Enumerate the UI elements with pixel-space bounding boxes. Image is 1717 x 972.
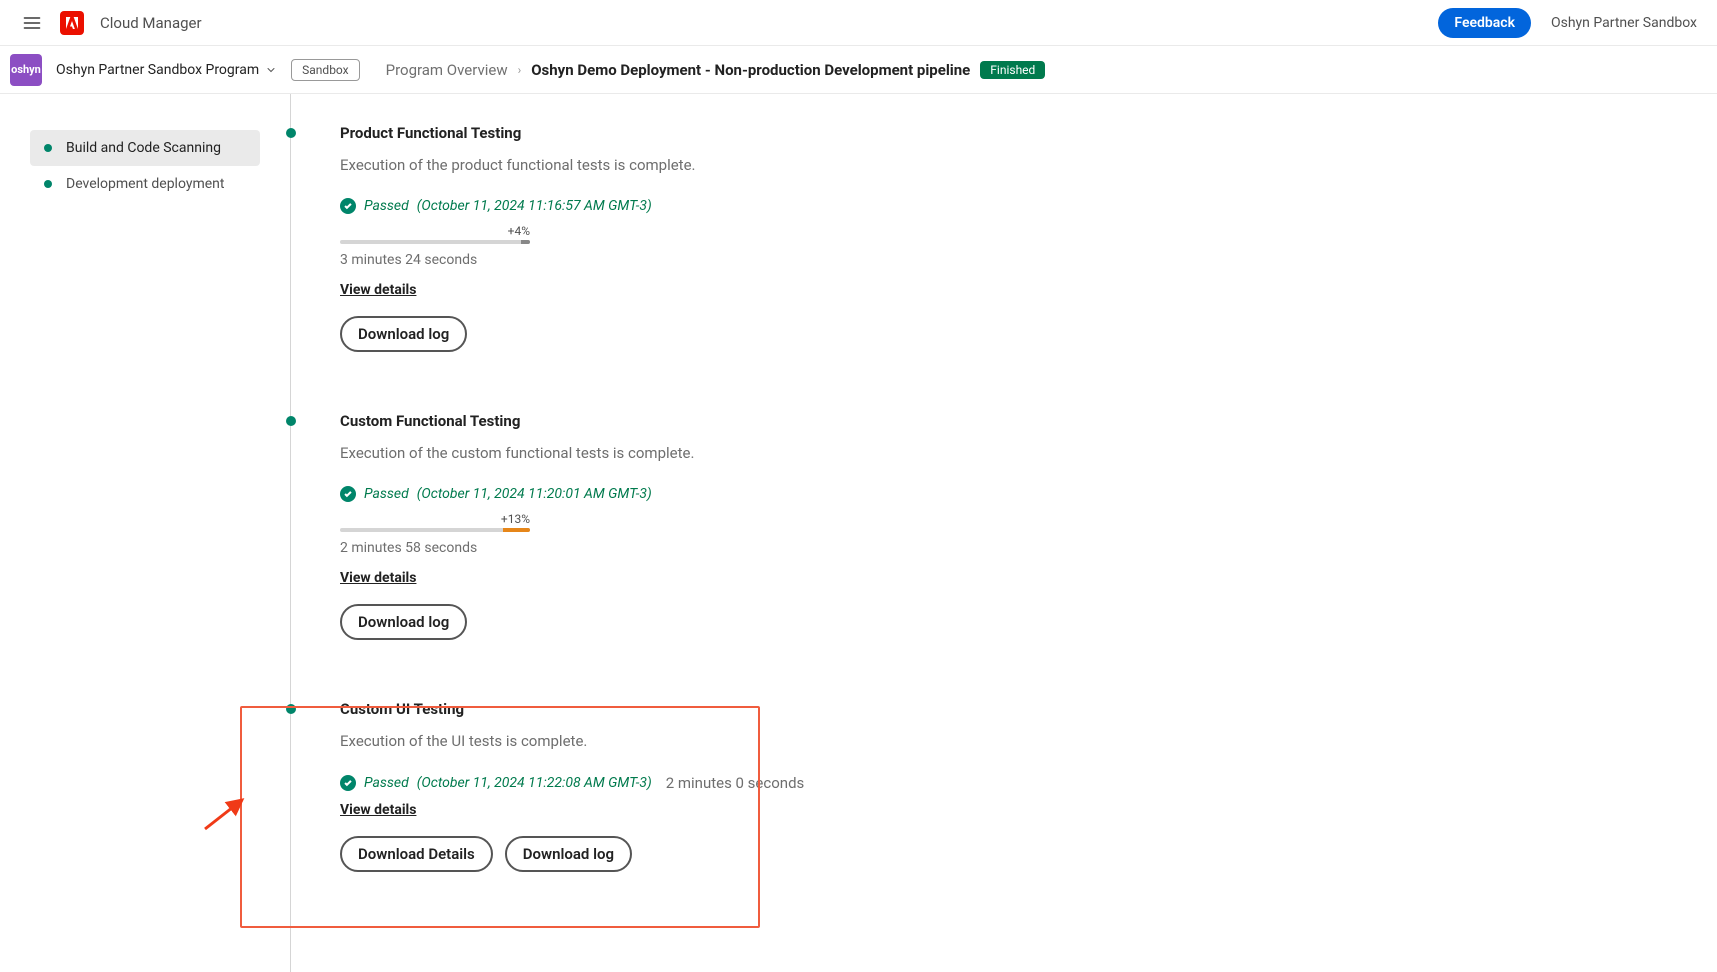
pipeline-stage: Custom Functional Testing Execution of t… [340, 412, 1677, 640]
chevron-right-icon: › [518, 63, 522, 77]
stage-description: Execution of the product functional test… [340, 156, 1677, 174]
sandbox-chip: Sandbox [291, 59, 359, 81]
pipeline-stages-content: Product Functional Testing Execution of … [290, 94, 1717, 972]
top-header-left: Cloud Manager [20, 11, 202, 35]
status-dot-icon [44, 144, 52, 152]
app-title: Cloud Manager [100, 14, 202, 32]
stage-title: Product Functional Testing [340, 124, 1677, 142]
pipeline-stage: Product Functional Testing Execution of … [340, 124, 1677, 352]
stage-timestamp: (October 11, 2024 11:20:01 AM GMT-3) [417, 486, 652, 502]
stage-status-dot-icon [286, 416, 296, 426]
pipeline-status-pill: Finished [980, 61, 1045, 79]
hamburger-menu-icon[interactable] [20, 11, 44, 35]
progress-bar [340, 528, 530, 532]
stage-status-text: Passed [364, 486, 409, 502]
stage-duration: 2 minutes 0 seconds [666, 774, 805, 792]
program-selector[interactable]: Oshyn Partner Sandbox Program [56, 62, 277, 78]
pipeline-stage: Custom UI Testing Execution of the UI te… [340, 700, 1677, 872]
check-circle-icon [340, 198, 356, 214]
download-button[interactable]: Download Details [340, 836, 493, 872]
adobe-logo-icon [60, 11, 84, 35]
feedback-button[interactable]: Feedback [1438, 8, 1531, 38]
breadcrumb-current: Oshyn Demo Deployment - Non-production D… [531, 61, 970, 79]
sidebar-item[interactable]: Development deployment [30, 166, 260, 202]
stage-duration: 3 minutes 24 seconds [340, 252, 1677, 268]
stage-title: Custom UI Testing [340, 700, 1677, 718]
account-name[interactable]: Oshyn Partner Sandbox [1551, 15, 1697, 31]
breadcrumb-root[interactable]: Program Overview [386, 61, 508, 79]
stage-status-text: Passed [364, 775, 409, 791]
download-button[interactable]: Download log [505, 836, 632, 872]
view-details-link[interactable]: View details [340, 570, 416, 586]
stage-actions: Download Details Download log [340, 836, 1677, 872]
stage-status-dot-icon [286, 704, 296, 714]
top-header: Cloud Manager Feedback Oshyn Partner San… [0, 0, 1717, 46]
download-button[interactable]: Download log [340, 316, 467, 352]
download-button[interactable]: Download log [340, 604, 467, 640]
main-content: Build and Code Scanning Development deplo… [0, 94, 1717, 972]
program-name: Oshyn Partner Sandbox Program [56, 62, 259, 78]
progress-delta: +4% [340, 224, 530, 238]
stage-status-row: Passed (October 11, 2024 11:22:08 AM GMT… [340, 774, 1677, 792]
check-circle-icon [340, 486, 356, 502]
view-details-link[interactable]: View details [340, 802, 416, 818]
stage-status-text: Passed [364, 198, 409, 214]
progress-block: +4% [340, 224, 530, 244]
progress-delta: +13% [340, 512, 530, 526]
stage-status-row: Passed (October 11, 2024 11:20:01 AM GMT… [340, 486, 1677, 502]
stage-status-dot-icon [286, 128, 296, 138]
stage-duration: 2 minutes 58 seconds [340, 540, 1677, 556]
status-dot-icon [44, 180, 52, 188]
stage-description: Execution of the UI tests is complete. [340, 732, 1677, 750]
breadcrumb: Program Overview › Oshyn Demo Deployment… [386, 61, 1046, 79]
top-header-right: Feedback Oshyn Partner Sandbox [1438, 8, 1697, 38]
sidebar-item-label: Development deployment [66, 176, 224, 192]
timeline-line [290, 94, 291, 972]
stage-actions: Download log [340, 604, 1677, 640]
progress-bar [340, 240, 530, 244]
stage-timestamp: (October 11, 2024 11:16:57 AM GMT-3) [417, 198, 652, 214]
check-circle-icon [340, 775, 356, 791]
stage-title: Custom Functional Testing [340, 412, 1677, 430]
sidebar-item[interactable]: Build and Code Scanning [30, 130, 260, 166]
sidebar: Build and Code Scanning Development deplo… [0, 94, 290, 972]
progress-block: +13% [340, 512, 530, 532]
stage-description: Execution of the custom functional tests… [340, 444, 1677, 462]
stage-status-row: Passed (October 11, 2024 11:16:57 AM GMT… [340, 198, 1677, 214]
stage-actions: Download log [340, 316, 1677, 352]
view-details-link[interactable]: View details [340, 282, 416, 298]
chevron-down-icon [265, 64, 277, 76]
sub-header: oshyn Oshyn Partner Sandbox Program Sand… [0, 46, 1717, 94]
program-badge-icon: oshyn [10, 54, 42, 86]
stage-timestamp: (October 11, 2024 11:22:08 AM GMT-3) [417, 775, 652, 791]
sidebar-item-label: Build and Code Scanning [66, 140, 221, 156]
